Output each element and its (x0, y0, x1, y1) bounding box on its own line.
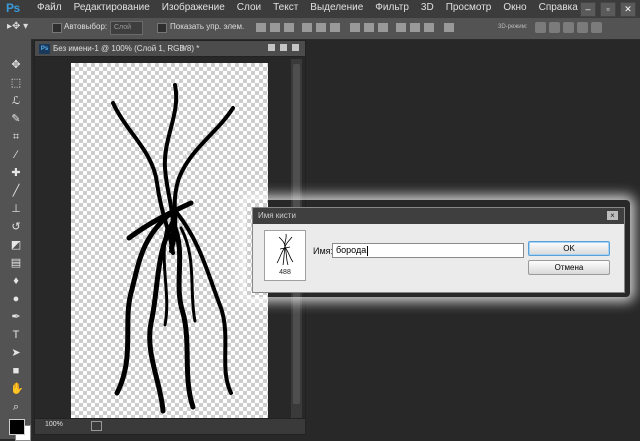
distribute-top-icon[interactable] (350, 23, 360, 32)
align-middle-icon[interactable] (270, 23, 280, 32)
menu-layer[interactable]: Слои (237, 2, 261, 13)
stamp-tool-icon[interactable]: ⊥ (10, 203, 22, 215)
cancel-button[interactable]: Отмена (528, 260, 610, 275)
dialog-titlebar[interactable]: Имя кисти × (253, 208, 624, 224)
ps-document-icon: Ps (39, 43, 50, 54)
options-bar: ▸✥ ▾ Автовыбор: Слой Показать упр. элем.… (0, 18, 640, 40)
history-brush-tool-icon[interactable]: ↺ (10, 221, 22, 233)
lasso-tool-icon[interactable]: ℒ (10, 95, 22, 107)
move-tool-icon[interactable]: ✥ (10, 59, 22, 71)
document-close-icon[interactable]: × (181, 41, 186, 56)
brush-preview: 488 (264, 230, 306, 281)
dialog-close-icon[interactable]: × (607, 211, 618, 220)
menu-edit[interactable]: Редактирование (74, 2, 150, 13)
quick-select-tool-icon[interactable]: ✎ (10, 113, 22, 125)
menu-type[interactable]: Текст (273, 2, 298, 13)
autoselect-label: Автовыбор: (64, 22, 108, 31)
document-status-bar: 100% (35, 418, 305, 434)
window-controls: – ▫ ✕ (580, 2, 636, 17)
tools-panel: ✥ ⬚ ℒ ✎ ⌗ ⁄ ✚ ╱ ⊥ ↺ ◩ ▤ ♦ ● ✒ T ➤ ■ ✋ ⌕ (0, 39, 32, 441)
brush-name-input[interactable]: борода (332, 243, 524, 258)
app-logo: Ps (6, 1, 20, 15)
distribute-middle-icon[interactable] (364, 23, 374, 32)
status-info-icon[interactable] (91, 421, 102, 431)
dodge-tool-icon[interactable]: ● (10, 293, 22, 305)
shape-tool-icon[interactable]: ■ (10, 365, 22, 377)
menu-items: Файл Редактирование Изображение Слои Тек… (37, 2, 578, 13)
distribute-center-icon[interactable] (410, 23, 420, 32)
restore-button[interactable]: ▫ (600, 2, 616, 17)
mode-3d-label: 3D-режим: (498, 24, 528, 30)
brush-preview-image (276, 233, 294, 266)
menu-help[interactable]: Справка (539, 2, 578, 13)
align-left-icon[interactable] (302, 23, 312, 32)
menu-filter[interactable]: Фильтр (375, 2, 409, 13)
menu-image[interactable]: Изображение (162, 2, 225, 13)
zoom-level[interactable]: 100% (45, 421, 63, 428)
distribute-right-icon[interactable] (424, 23, 434, 32)
document-maximize-icon[interactable] (280, 44, 287, 51)
marquee-tool-icon[interactable]: ⬚ (10, 77, 22, 89)
brush-name-value: борода (336, 245, 367, 255)
pen-tool-icon[interactable]: ✒ (10, 311, 22, 323)
menu-select[interactable]: Выделение (310, 2, 363, 13)
align-top-icon[interactable] (256, 23, 266, 32)
3d-roll-icon[interactable] (549, 22, 560, 33)
brush-tool-icon[interactable]: ╱ (10, 185, 22, 197)
gradient-tool-icon[interactable]: ▤ (10, 257, 22, 269)
menu-view[interactable]: Просмотр (446, 2, 492, 13)
autoselect-checkbox[interactable] (52, 23, 62, 33)
distribute-left-icon[interactable] (396, 23, 406, 32)
3d-slide-icon[interactable] (577, 22, 588, 33)
distribute-bottom-icon[interactable] (378, 23, 388, 32)
menu-window[interactable]: Окно (503, 2, 526, 13)
close-button[interactable]: ✕ (620, 2, 636, 17)
3d-scale-icon[interactable] (591, 22, 602, 33)
align-right-icon[interactable] (330, 23, 340, 32)
3d-rotate-icon[interactable] (535, 22, 546, 33)
eraser-tool-icon[interactable]: ◩ (10, 239, 22, 251)
brush-size: 488 (279, 269, 291, 276)
text-caret (367, 245, 369, 256)
show-controls-label: Показать упр. элем. (170, 22, 245, 31)
show-controls-checkbox[interactable] (157, 23, 167, 33)
path-select-tool-icon[interactable]: ➤ (10, 347, 22, 359)
autoselect-dropdown[interactable]: Слой (110, 21, 143, 35)
align-center-icon[interactable] (316, 23, 326, 32)
eyedropper-tool-icon[interactable]: ⁄ (10, 149, 22, 161)
dialog-title: Имя кисти (258, 211, 296, 220)
document-title: Без имени-1 @ 100% (Слой 1, RGB/8) * (53, 44, 200, 53)
zoom-tool-icon[interactable]: ⌕ (10, 401, 22, 413)
align-bottom-icon[interactable] (284, 23, 294, 32)
name-label: Имя: (313, 246, 334, 256)
auto-align-icon[interactable] (444, 23, 454, 32)
document-window-buttons (268, 44, 299, 51)
hand-tool-icon[interactable]: ✋ (10, 383, 24, 395)
minimize-button[interactable]: – (580, 2, 596, 17)
document-tab[interactable]: Ps Без имени-1 @ 100% (Слой 1, RGB/8) * × (35, 41, 305, 57)
blur-tool-icon[interactable]: ♦ (10, 275, 22, 287)
brush-name-dialog: Имя кисти × 488 Имя: борода OK Отмена (252, 207, 625, 293)
ok-button[interactable]: OK (528, 241, 610, 256)
crop-tool-icon[interactable]: ⌗ (10, 131, 22, 143)
type-tool-icon[interactable]: T (10, 329, 22, 341)
move-tool-preset-icon[interactable]: ▸✥ ▾ (7, 21, 28, 32)
menu-3d[interactable]: 3D (421, 2, 434, 13)
canvas[interactable] (71, 63, 268, 423)
healing-tool-icon[interactable]: ✚ (10, 167, 22, 179)
menu-file[interactable]: Файл (37, 2, 62, 13)
foreground-color-swatch[interactable] (9, 419, 25, 435)
document-close-window-icon[interactable] (292, 44, 299, 51)
3d-pan-icon[interactable] (563, 22, 574, 33)
menu-bar: Ps Файл Редактирование Изображение Слои … (0, 0, 640, 18)
beard-brush-stroke (111, 83, 235, 414)
document-minimize-icon[interactable] (268, 44, 275, 51)
